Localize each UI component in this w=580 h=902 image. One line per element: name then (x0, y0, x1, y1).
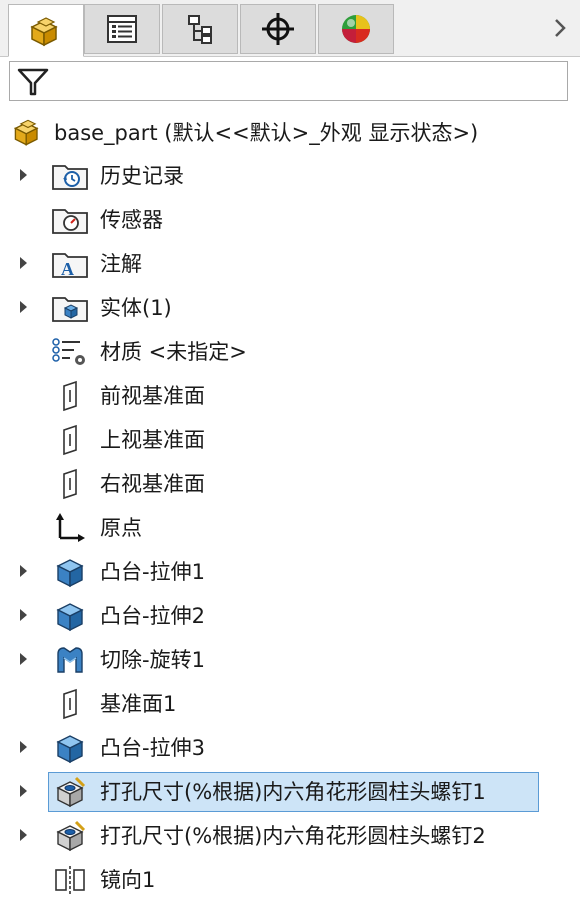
tree-item-label: 打孔尺寸(%根据)内六角花形圆柱头螺钉2 (100, 824, 486, 848)
expand-arrow-icon[interactable] (20, 741, 27, 753)
tree-item-label: 打孔尺寸(%根据)内六角花形圆柱头螺钉1 (100, 780, 486, 804)
tree-item[interactable]: 凸台-拉伸2 (0, 594, 580, 638)
tree-item[interactable]: 传感器 (0, 198, 580, 242)
sensor-folder-icon (50, 204, 90, 236)
tree-item[interactable]: 前视基准面 (0, 374, 580, 418)
tree-item[interactable]: 材质 <未指定> (0, 330, 580, 374)
tree-item[interactable]: 基准面1 (0, 682, 580, 726)
tree-item[interactable]: 切除-旋转1 (0, 638, 580, 682)
tree-item[interactable]: 凸台-拉伸1 (0, 550, 580, 594)
tree-item-label: 注解 (100, 252, 142, 276)
expand-arrow-icon[interactable] (20, 565, 27, 577)
history-folder-icon (50, 160, 90, 192)
material-icon (50, 336, 90, 368)
boss-extrude-icon (50, 600, 90, 632)
part-cubes-icon (30, 16, 58, 46)
expand-arrow-icon[interactable] (20, 785, 27, 797)
tree-item-label: 凸台-拉伸3 (100, 736, 205, 760)
manager-tab-bar (0, 0, 580, 57)
tree-item-label: 上视基准面 (100, 428, 205, 452)
expand-arrow-icon[interactable] (20, 169, 27, 181)
property-list-icon (107, 15, 137, 43)
expand-arrow-icon[interactable] (20, 653, 27, 665)
expand-arrow-icon[interactable] (20, 829, 27, 841)
tree-item-label: 基准面1 (100, 692, 177, 716)
tree-item-label: 凸台-拉伸2 (100, 604, 205, 628)
plane-icon (50, 424, 90, 456)
filter-input[interactable] (9, 61, 568, 101)
tab-feature-manager[interactable] (8, 4, 84, 57)
tree-item[interactable]: 原点 (0, 506, 580, 550)
tree-item-label: 右视基准面 (100, 472, 205, 496)
tree-item-label: 历史记录 (100, 164, 184, 188)
cut-revolve-icon (50, 644, 90, 676)
solid-body-folder-icon (50, 292, 90, 324)
tree-item[interactable]: 打孔尺寸(%根据)内六角花形圆柱头螺钉1 (0, 770, 580, 814)
hole-wizard-icon (50, 776, 90, 808)
tree-item-label: 前视基准面 (100, 384, 205, 408)
origin-icon (50, 512, 90, 544)
part-cubes-icon (13, 119, 39, 146)
plane-icon (50, 688, 90, 720)
tree-item[interactable]: 镜向1 (0, 858, 580, 902)
plane-icon (50, 468, 90, 500)
tree-item[interactable]: 打孔尺寸(%根据)内六角花形圆柱头螺钉2 (0, 814, 580, 858)
funnel-filter-icon[interactable] (16, 67, 50, 97)
tree-item[interactable]: 凸台-拉伸3 (0, 726, 580, 770)
tree-item-label: 实体(1) (100, 296, 172, 320)
boss-extrude-icon (50, 556, 90, 588)
appearance-sphere-icon (342, 15, 370, 43)
tab-configuration-manager[interactable] (162, 4, 238, 54)
tree-item[interactable]: 历史记录 (0, 154, 580, 198)
tree-item-label: 原点 (100, 516, 142, 540)
tree-item[interactable]: 上视基准面 (0, 418, 580, 462)
tree-item-label: 传感器 (100, 208, 163, 232)
tree-root-part[interactable]: base_part (默认<<默认>_外观 显示状态>) (10, 112, 570, 152)
tree-item[interactable]: A 注解 (0, 242, 580, 286)
tree-item-label: 凸台-拉伸1 (100, 560, 205, 584)
tab-display-manager[interactable] (318, 4, 394, 54)
plane-icon (50, 380, 90, 412)
tree-item-label: 切除-旋转1 (100, 648, 205, 672)
tree-root-label: base_part (默认<<默认>_外观 显示状态>) (54, 121, 479, 145)
svg-text:A: A (61, 259, 74, 279)
tree-item[interactable]: 右视基准面 (0, 462, 580, 506)
tree-item-label: 材质 <未指定> (100, 340, 247, 364)
tree-item[interactable]: 实体(1) (0, 286, 580, 330)
tree-item-label: 镜向1 (100, 868, 156, 892)
crosshair-icon (262, 13, 294, 45)
chevron-right-icon (555, 19, 566, 37)
configuration-icon (188, 15, 212, 44)
mirror-icon (50, 864, 90, 896)
expand-arrow-icon[interactable] (20, 257, 27, 269)
tab-dimxpert-manager[interactable] (240, 4, 316, 54)
tab-scroll-right-button[interactable] (548, 10, 572, 46)
annotation-folder-icon: A (50, 248, 90, 280)
expand-arrow-icon[interactable] (20, 301, 27, 313)
expand-arrow-icon[interactable] (20, 609, 27, 621)
boss-extrude-icon (50, 732, 90, 764)
hole-wizard-icon (50, 820, 90, 852)
feature-tree: 历史记录 传感器 A 注解 实体(1) 材质 <未指定> 前视基准面 上视基准面… (0, 154, 580, 902)
tab-property-manager[interactable] (84, 4, 160, 54)
